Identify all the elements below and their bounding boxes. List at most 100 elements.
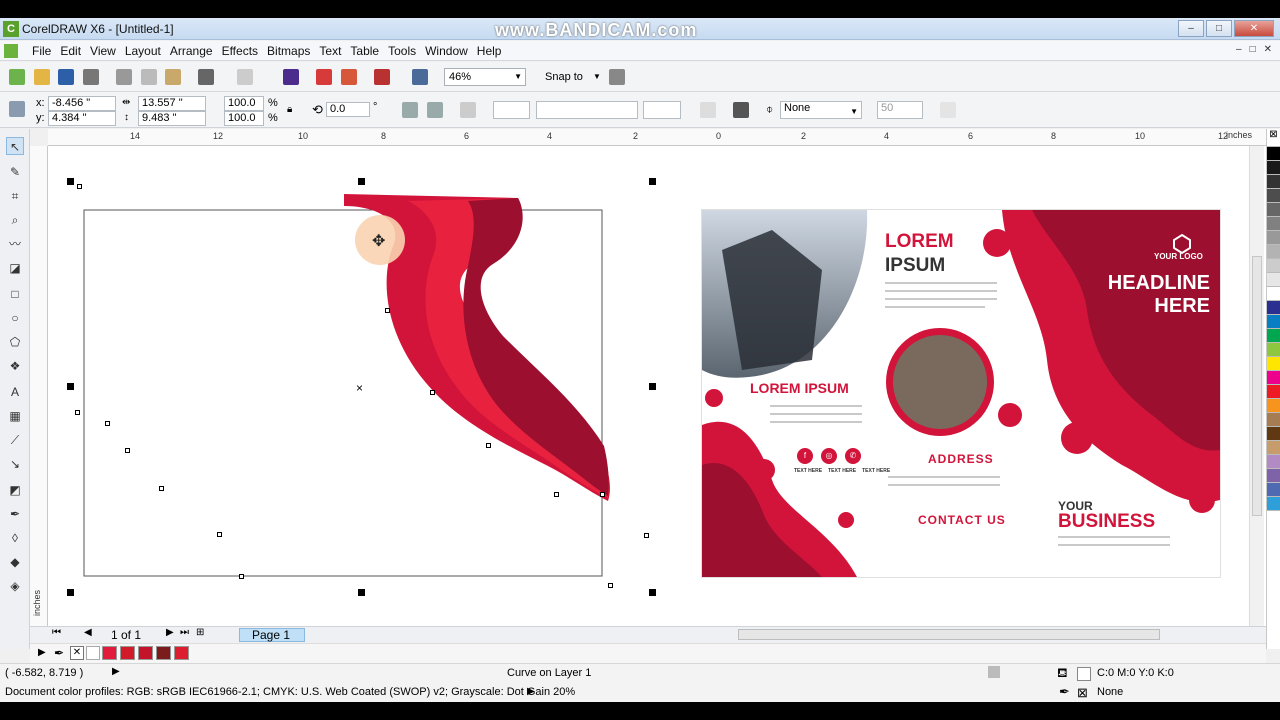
menu-text[interactable]: Text: [319, 44, 350, 58]
curve-node[interactable]: [159, 486, 164, 491]
eyedropper-icon[interactable]: ✒: [54, 646, 64, 660]
cut-icon[interactable]: [116, 69, 132, 85]
object-origin-icon[interactable]: [9, 101, 25, 117]
table-tool-icon[interactable]: ▦: [6, 407, 24, 425]
color-swatch[interactable]: [1267, 385, 1280, 399]
pick-tool-icon[interactable]: ↖: [6, 137, 24, 155]
color-swatch[interactable]: [1267, 175, 1280, 189]
fill-style-select[interactable]: [493, 101, 530, 119]
color-swatch[interactable]: [1267, 315, 1280, 329]
curve-node[interactable]: [105, 421, 110, 426]
color-swatch[interactable]: [1267, 259, 1280, 273]
x-position-field[interactable]: -8.456 ": [48, 96, 116, 111]
restore-button[interactable]: □: [1206, 20, 1232, 37]
document-color-swatch[interactable]: [156, 646, 171, 660]
color-swatch[interactable]: [1267, 147, 1280, 161]
search-content-icon[interactable]: [283, 69, 299, 85]
color-swatch[interactable]: [1267, 329, 1280, 343]
close-button[interactable]: ✕: [1234, 20, 1274, 37]
menu-table[interactable]: Table: [350, 44, 388, 58]
document-color-swatch[interactable]: [102, 646, 117, 660]
color-swatch[interactable]: [1267, 189, 1280, 203]
color-swatch[interactable]: [1267, 287, 1280, 301]
minimize-button[interactable]: –: [1178, 20, 1204, 37]
freehand-tool-icon[interactable]: 〰: [6, 235, 24, 253]
export-icon[interactable]: [341, 69, 357, 85]
menu-file[interactable]: File: [32, 44, 60, 58]
color-swatch[interactable]: [1267, 217, 1280, 231]
selection-handle[interactable]: [358, 178, 365, 185]
white-swatch[interactable]: [86, 646, 100, 660]
basic-shapes-icon[interactable]: ❖: [6, 357, 24, 375]
print-icon[interactable]: [83, 69, 99, 85]
break-apart-icon[interactable]: [700, 102, 716, 118]
selection-handle[interactable]: [649, 383, 656, 390]
rotation-field[interactable]: 0.0: [326, 102, 370, 117]
scale-height-field[interactable]: 100.0: [224, 111, 264, 126]
lock-ratio-icon[interactable]: 🔒︎: [287, 104, 292, 115]
doc-minimize-button[interactable]: –: [1236, 44, 1242, 55]
color-swatch[interactable]: [1267, 483, 1280, 497]
snap-to-button[interactable]: Snap to: [545, 71, 583, 83]
color-swatch[interactable]: [1267, 245, 1280, 259]
color-swatch[interactable]: [1267, 441, 1280, 455]
curve-node[interactable]: [385, 308, 390, 313]
page-1-tab[interactable]: Page 1: [239, 628, 305, 642]
document-color-swatch[interactable]: [138, 646, 153, 660]
rectangle-tool-icon[interactable]: □: [6, 285, 24, 303]
selection-handle[interactable]: [649, 178, 656, 185]
color-swatch[interactable]: [1267, 497, 1280, 511]
options-icon[interactable]: [609, 69, 625, 85]
color-swatch[interactable]: [1267, 427, 1280, 441]
play-icon[interactable]: ▶: [112, 666, 120, 677]
selection-handle[interactable]: [358, 589, 365, 596]
wrap-text-icon[interactable]: [733, 102, 749, 118]
selection-handle[interactable]: [67, 178, 74, 185]
color-swatch[interactable]: [1267, 203, 1280, 217]
snap-icon[interactable]: [988, 666, 1000, 678]
fill-tool-icon[interactable]: ◆: [6, 553, 24, 571]
selection-handle[interactable]: [649, 589, 656, 596]
curve-node[interactable]: [75, 410, 80, 415]
no-color-swatch[interactable]: ⊠: [1267, 129, 1280, 147]
color-swatch[interactable]: [1267, 161, 1280, 175]
color-swatch[interactable]: [1267, 231, 1280, 245]
doc-restore-button[interactable]: □: [1250, 44, 1256, 55]
curve-node[interactable]: [430, 390, 435, 395]
publish-pdf-icon[interactable]: [374, 69, 390, 85]
vertical-scrollbar[interactable]: [1249, 146, 1264, 626]
import-icon[interactable]: [316, 69, 332, 85]
crop-tool-icon[interactable]: ⌗: [6, 187, 24, 205]
horizontal-scrollbar[interactable]: [738, 629, 1160, 640]
previous-page-icon[interactable]: ◀: [84, 627, 92, 638]
menu-help[interactable]: Help: [477, 44, 511, 58]
dimension-tool-icon[interactable]: ⟋: [6, 431, 24, 449]
mirror-horizontal-icon[interactable]: [402, 102, 418, 118]
curve-node[interactable]: [608, 583, 613, 588]
menu-view[interactable]: View: [90, 44, 125, 58]
interactive-tool-icon[interactable]: ◩: [6, 481, 24, 499]
curve-node[interactable]: [125, 448, 130, 453]
menu-window[interactable]: Window: [425, 44, 477, 58]
color-swatch[interactable]: [1267, 399, 1280, 413]
menu-bitmaps[interactable]: Bitmaps: [267, 44, 319, 58]
selection-handle[interactable]: [67, 589, 74, 596]
zoom-level-select[interactable]: 46% ▼: [444, 68, 526, 86]
curve-smoothing-field[interactable]: 50: [877, 101, 923, 119]
color-swatch[interactable]: [1267, 343, 1280, 357]
curve-node[interactable]: [77, 184, 82, 189]
scale-width-field[interactable]: 100.0: [224, 96, 264, 111]
menu-effects[interactable]: Effects: [222, 44, 267, 58]
copy-icon[interactable]: [141, 69, 157, 85]
fill-swatch[interactable]: [1077, 667, 1091, 681]
menu-arrange[interactable]: Arrange: [170, 44, 222, 58]
doc-close-button[interactable]: ✕: [1264, 44, 1272, 55]
first-page-icon[interactable]: ⏮: [52, 627, 61, 638]
color-swatch[interactable]: [1267, 469, 1280, 483]
menu-tools[interactable]: Tools: [388, 44, 425, 58]
height-field[interactable]: 9.483 ": [138, 111, 206, 126]
outline-tool-icon[interactable]: ◊: [6, 529, 24, 547]
color-swatch[interactable]: [1267, 413, 1280, 427]
menu-layout[interactable]: Layout: [125, 44, 170, 58]
curve-node[interactable]: [600, 492, 605, 497]
